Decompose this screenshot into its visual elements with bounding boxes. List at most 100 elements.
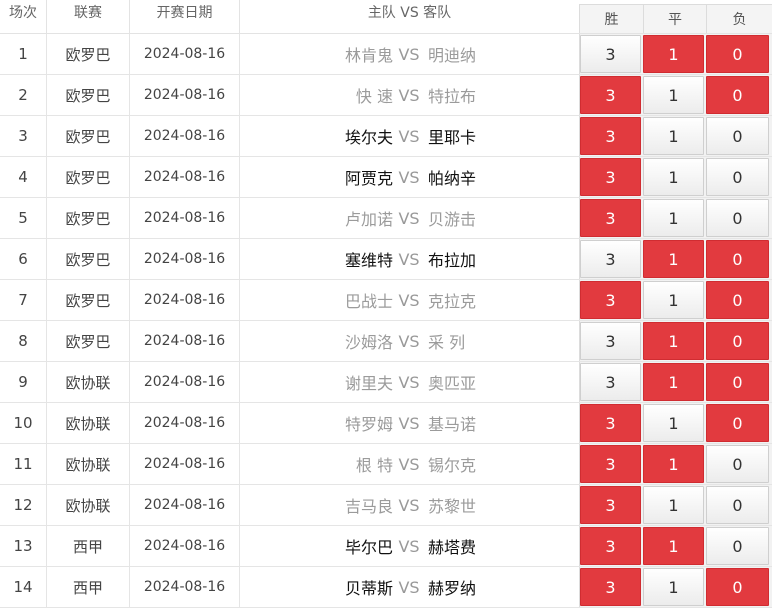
odd-win-button[interactable]: 3	[580, 76, 641, 114]
odd-draw-button[interactable]: 1	[643, 486, 704, 524]
odd-draw-button[interactable]: 1	[643, 568, 704, 606]
away-team: 苏黎世	[428, 497, 477, 516]
away-team: 基马诺	[428, 415, 477, 434]
league-name: 西甲	[47, 526, 130, 566]
odd-win-button[interactable]: 3	[580, 158, 641, 196]
match-date: 2024-08-16	[130, 157, 240, 197]
odd-draw-button[interactable]: 1	[643, 363, 704, 401]
league-name: 欧协联	[47, 485, 130, 525]
league-name: 欧协联	[47, 403, 130, 443]
odd-draw-button[interactable]: 1	[643, 76, 704, 114]
league-name: 欧协联	[47, 362, 130, 402]
odd-win-button[interactable]: 3	[580, 240, 641, 278]
vs-label: VS	[398, 454, 420, 474]
odd-lose-button[interactable]: 0	[706, 158, 769, 196]
odd-draw-button[interactable]: 1	[643, 199, 704, 237]
match-number: 12	[0, 485, 47, 525]
odd-lose-button[interactable]: 0	[706, 363, 769, 401]
vs-label: VS	[398, 290, 420, 310]
odd-draw-button[interactable]: 1	[643, 445, 704, 483]
odd-lose-button[interactable]: 0	[706, 486, 769, 524]
odd-draw-button[interactable]: 1	[643, 117, 704, 155]
odd-draw-button[interactable]: 1	[643, 35, 704, 73]
away-team: 赫塔费	[428, 538, 477, 557]
odd-draw-button[interactable]: 1	[643, 281, 704, 319]
odd-win-button[interactable]: 3	[580, 363, 641, 401]
odd-win-button[interactable]: 3	[580, 199, 641, 237]
match-date: 2024-08-16	[130, 362, 240, 402]
odd-win-button[interactable]: 3	[580, 281, 641, 319]
odd-lose-button[interactable]: 0	[706, 117, 769, 155]
odd-lose-button[interactable]: 0	[706, 240, 769, 278]
odd-win-button[interactable]: 3	[580, 35, 641, 73]
match-number: 5	[0, 198, 47, 238]
odd-lose-button[interactable]: 0	[706, 404, 769, 442]
table-row: 10 欧协联 2024-08-16 特罗姆 VS 基马诺 3 1 0	[0, 403, 772, 444]
odd-win-button[interactable]: 3	[580, 445, 641, 483]
league-name: 欧罗巴	[47, 157, 130, 197]
table-row: 2 欧罗巴 2024-08-16 快 速 VS 特拉布 3 1 0	[0, 75, 772, 116]
league-name: 欧罗巴	[47, 280, 130, 320]
odd-win-button[interactable]: 3	[580, 404, 641, 442]
table-row: 13 西甲 2024-08-16 毕尔巴 VS 赫塔费 3 1 0	[0, 526, 772, 567]
away-team: 里耶卡	[428, 128, 477, 147]
odd-win-button[interactable]: 3	[580, 322, 641, 360]
match-date: 2024-08-16	[130, 485, 240, 525]
home-team: 根 特	[355, 456, 393, 475]
odd-lose-button[interactable]: 0	[706, 281, 769, 319]
match-number: 9	[0, 362, 47, 402]
odd-draw-button[interactable]: 1	[643, 527, 704, 565]
home-team: 塞维特	[344, 251, 393, 270]
odd-lose-button[interactable]: 0	[706, 199, 769, 237]
away-team: 贝游击	[428, 210, 477, 229]
league-name: 欧罗巴	[47, 116, 130, 156]
odd-draw-button[interactable]: 1	[643, 322, 704, 360]
match-date: 2024-08-16	[130, 34, 240, 74]
match-number: 14	[0, 567, 47, 607]
home-team: 沙姆洛	[344, 333, 393, 352]
match-date: 2024-08-16	[130, 198, 240, 238]
match-number: 10	[0, 403, 47, 443]
header-num: 场次	[0, 0, 47, 33]
match-date: 2024-08-16	[130, 321, 240, 361]
odd-lose-button[interactable]: 0	[706, 76, 769, 114]
table-row: 3 欧罗巴 2024-08-16 埃尔夫 VS 里耶卡 3 1 0	[0, 116, 772, 157]
odd-win-button[interactable]: 3	[580, 117, 641, 155]
home-team: 卢加诺	[344, 210, 393, 229]
match-date: 2024-08-16	[130, 280, 240, 320]
league-name: 欧罗巴	[47, 34, 130, 74]
odd-win-button[interactable]: 3	[580, 527, 641, 565]
odd-lose-button[interactable]: 0	[706, 445, 769, 483]
match-number: 6	[0, 239, 47, 279]
odd-lose-button[interactable]: 0	[706, 322, 769, 360]
odd-win-button[interactable]: 3	[580, 568, 641, 606]
match-date: 2024-08-16	[130, 444, 240, 484]
vs-label: VS	[398, 495, 420, 515]
odd-win-button[interactable]: 3	[580, 486, 641, 524]
vs-label: VS	[398, 536, 420, 556]
odd-draw-button[interactable]: 1	[643, 158, 704, 196]
home-team: 毕尔巴	[344, 538, 393, 557]
away-team: 克拉克	[428, 292, 477, 311]
away-team: 布拉加	[428, 251, 477, 270]
league-name: 西甲	[47, 567, 130, 607]
odd-lose-button[interactable]: 0	[706, 527, 769, 565]
match-number: 3	[0, 116, 47, 156]
match-number: 8	[0, 321, 47, 361]
header-league: 联赛	[47, 0, 130, 33]
odd-draw-button[interactable]: 1	[643, 240, 704, 278]
odd-draw-button[interactable]: 1	[643, 404, 704, 442]
table-row: 8 欧罗巴 2024-08-16 沙姆洛 VS 采 列 310	[0, 321, 772, 362]
away-team: 采 列	[428, 333, 466, 352]
table-body: 1 欧罗巴 2024-08-16 林肯鬼 VS 明迪纳 3 1 0 2 欧罗巴 2024-08-16 快…	[0, 34, 772, 608]
match-date: 2024-08-16	[130, 567, 240, 607]
home-team: 埃尔夫	[344, 128, 393, 147]
table-row: 9 欧协联 2024-08-16 谢里夫 VS 奥匹亚 3 1 0	[0, 362, 772, 403]
odd-lose-button[interactable]: 0	[706, 568, 769, 606]
header-teams: 主队 VS 客队	[367, 5, 452, 21]
odd-lose-button[interactable]: 0	[706, 35, 769, 73]
home-team: 巴战士	[344, 292, 393, 311]
home-team: 贝蒂斯	[344, 579, 393, 598]
home-team: 林肯鬼	[344, 46, 393, 65]
vs-label: VS	[398, 167, 420, 187]
